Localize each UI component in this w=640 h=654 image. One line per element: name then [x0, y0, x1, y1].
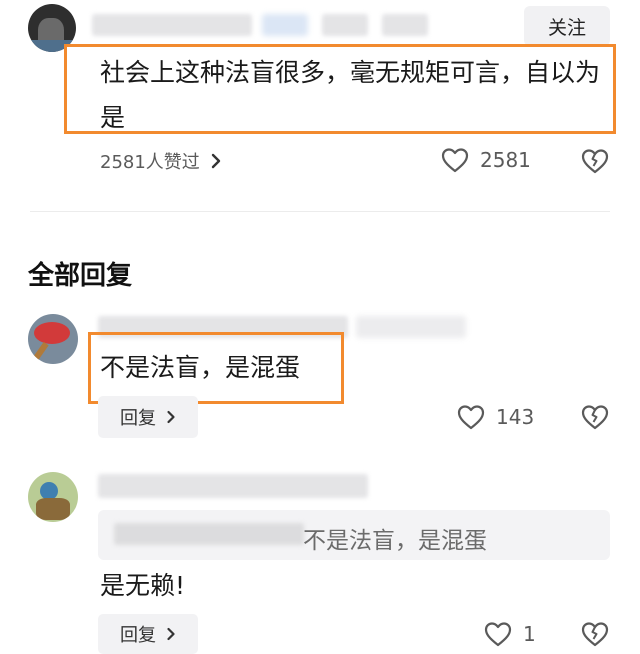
reply-2-reply-button[interactable]: 回复: [98, 614, 198, 654]
reply-2-text: 是无赖!: [100, 571, 186, 600]
broken-heart-icon: [580, 403, 610, 431]
heart-icon: [440, 146, 470, 174]
chevron-right-icon: [166, 410, 176, 424]
reply-2-avatar[interactable]: [28, 472, 78, 522]
post-author-meta: [322, 14, 368, 36]
reply-1-dislike-button[interactable]: [580, 403, 610, 431]
reply-1-like-count: 143: [496, 405, 535, 429]
reply-2-dislike-button[interactable]: [580, 620, 610, 648]
post-author-meta-2: [382, 14, 428, 36]
post-like-button[interactable]: 2581: [440, 146, 531, 174]
chevron-right-icon: [166, 627, 176, 641]
reply-2-like-button[interactable]: 1: [483, 620, 536, 648]
post-text: 社会上这种法盲很多，毫无规矩可言，自以为是: [100, 58, 601, 132]
reply-2-like-count: 1: [523, 622, 536, 646]
reply-1-text: 不是法盲，是混蛋: [100, 353, 301, 382]
post-dislike-button[interactable]: [580, 147, 610, 175]
chevron-right-icon: [210, 153, 222, 169]
follow-button[interactable]: 关注: [524, 6, 610, 46]
heart-icon: [483, 620, 513, 648]
reply-2-quote-author: [114, 523, 304, 545]
broken-heart-icon: [580, 620, 610, 648]
reply-1-reply-button[interactable]: 回复: [98, 396, 198, 438]
likes-summary-link[interactable]: 2581人赞过: [100, 148, 222, 174]
reply-1-avatar[interactable]: [28, 314, 78, 364]
post-author-badge: [262, 14, 308, 36]
reply-1-author-meta: [356, 316, 466, 338]
reply-1-reply-label: 回复: [120, 408, 156, 429]
broken-heart-icon: [580, 147, 610, 175]
post-author-name[interactable]: [92, 14, 252, 36]
reply-2-author-name[interactable]: [98, 474, 368, 498]
replies-section-title: 全部回复: [28, 261, 133, 291]
reply-1-like-button[interactable]: 143: [456, 403, 534, 431]
section-divider: [30, 211, 610, 212]
likes-summary-text: 2581人赞过: [100, 152, 200, 173]
reply-2-quote-box[interactable]: 不是法盲，是混蛋: [98, 510, 610, 560]
heart-icon: [456, 403, 486, 431]
reply-2-reply-label: 回复: [120, 625, 156, 646]
reply-2-quoted-text: 不是法盲，是混蛋: [303, 528, 487, 554]
post-like-count: 2581: [480, 148, 531, 172]
